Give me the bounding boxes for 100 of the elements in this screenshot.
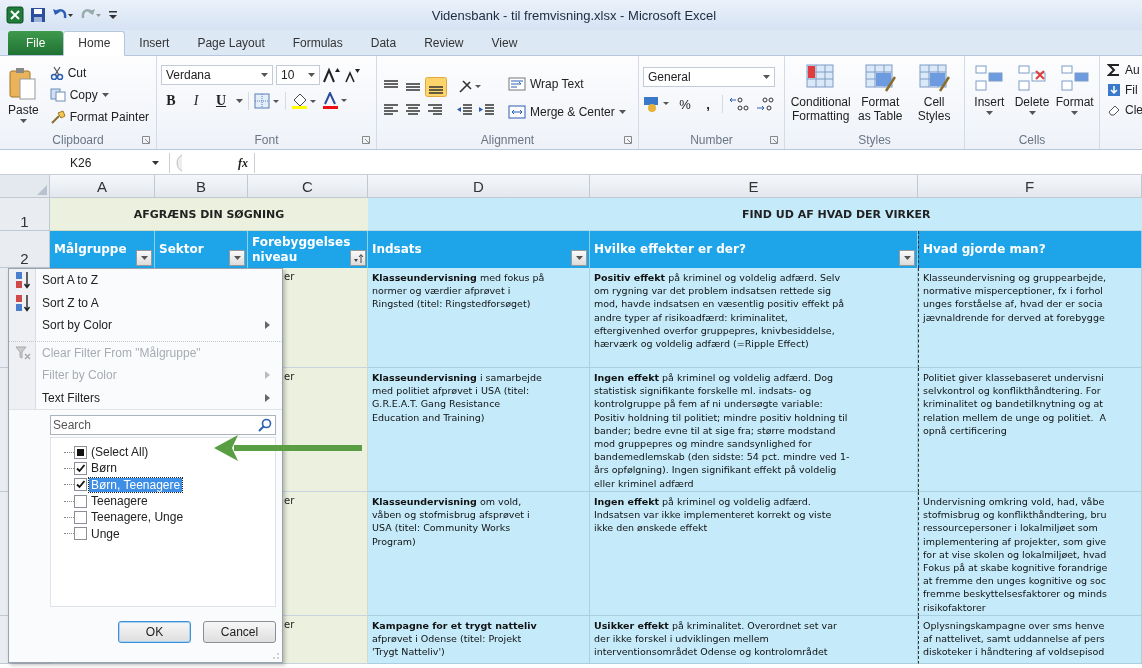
eraser-icon <box>1107 103 1121 117</box>
checkbox[interactable] <box>74 445 87 459</box>
number-format-field[interactable]: General <box>643 67 775 87</box>
cells-button[interactable]: Format <box>1054 63 1095 116</box>
caret-icon[interactable] <box>236 98 243 104</box>
font-color-icon[interactable] <box>322 92 348 110</box>
list-item[interactable]: Børn <box>89 461 119 476</box>
search-field[interactable]: Search <box>50 415 276 435</box>
filter-button[interactable] <box>899 250 915 266</box>
copy-button[interactable]: Copy <box>46 84 153 106</box>
fill-color-icon[interactable] <box>291 93 317 109</box>
currency-icon[interactable] <box>643 95 671 113</box>
menu-item[interactable]: Sort by Color <box>9 314 282 337</box>
row-number[interactable]: 2 <box>0 231 50 268</box>
menu-item[interactable]: Text Filters <box>9 386 282 410</box>
font-style-button[interactable]: B <box>161 91 181 111</box>
row-number[interactable]: 1 <box>0 198 50 231</box>
caret-icon <box>233 255 241 261</box>
cancel-button[interactable]: Cancel <box>203 621 276 643</box>
cells-button[interactable]: Delete <box>1011 63 1053 116</box>
font-size-field[interactable]: 10 <box>276 65 320 85</box>
merge-center-button[interactable]: Merge & Center <box>505 101 629 123</box>
align-bottom-icon[interactable] <box>425 77 447 97</box>
group-label: Font <box>254 133 279 147</box>
font-name-field[interactable]: Verdana <box>161 65 273 85</box>
column-header[interactable]: F <box>918 175 1142 198</box>
ribbon-tab[interactable]: Formulas <box>278 32 357 55</box>
heading-label: Målgruppe <box>54 242 127 257</box>
filter-button[interactable] <box>571 250 587 266</box>
increase-decimal-icon[interactable] <box>728 95 750 113</box>
ribbon-tab[interactable]: Page Layout <box>183 32 279 55</box>
sort-filter-button[interactable] <box>350 250 367 266</box>
caret-icon <box>575 255 583 261</box>
column-header[interactable]: D <box>368 175 590 198</box>
paste-button[interactable]: Paste <box>4 64 43 126</box>
caret-icon <box>308 72 315 78</box>
dialog-launcher-icon[interactable] <box>624 136 632 144</box>
style-button[interactable]: Cell Styles <box>908 63 960 123</box>
grow-font-icon[interactable] <box>323 67 341 83</box>
save-icon[interactable] <box>30 7 46 23</box>
caret-icon <box>140 255 148 261</box>
percent-button[interactable]: % <box>676 96 694 112</box>
column-header[interactable]: B <box>155 175 248 198</box>
name-box[interactable]: K26 <box>0 153 170 173</box>
ribbon-tab[interactable]: Review <box>410 32 478 55</box>
ok-button[interactable]: OK <box>118 621 191 643</box>
editing-button[interactable]: Fil <box>1104 80 1142 100</box>
editing-button[interactable]: Cle <box>1104 100 1142 120</box>
ribbon-tab[interactable]: Home <box>63 31 126 56</box>
list-item[interactable]: Teenagere <box>89 494 150 509</box>
filter-button[interactable] <box>229 250 245 266</box>
menu-item[interactable]: Sort Z to A <box>9 291 282 314</box>
ribbon-tab[interactable]: View <box>477 32 532 55</box>
dialog-launcher-icon[interactable] <box>770 136 778 144</box>
resize-grip-icon[interactable] <box>272 652 280 660</box>
borders-icon[interactable] <box>254 93 280 109</box>
font-style-button[interactable]: U <box>211 91 231 111</box>
cells-icon <box>973 63 1006 93</box>
submenu-arrow-icon <box>265 393 270 402</box>
spreadsheet-app-icon[interactable] <box>6 6 24 24</box>
group-label: Cells <box>1018 133 1046 147</box>
shrink-font-icon[interactable] <box>344 67 360 83</box>
ribbon-tab[interactable]: Insert <box>125 32 184 55</box>
style-button[interactable]: Format as Table <box>854 63 907 123</box>
wrap-text-icon <box>508 77 526 91</box>
checkbox[interactable] <box>74 461 87 475</box>
column-header[interactable]: A <box>50 175 155 198</box>
dialog-launcher-icon[interactable] <box>142 136 150 144</box>
table-cell-text: Klasseundervisning om vold, våben og stofmisbrug afsprøvet i USA (titel: Community Works Program) <box>372 495 531 548</box>
editing-button[interactable]: Au <box>1104 60 1142 80</box>
checkbox[interactable] <box>74 478 87 492</box>
sort-ascending-icon <box>14 271 31 290</box>
dialog-launcher-icon[interactable] <box>362 136 370 144</box>
checkbox[interactable] <box>74 510 87 524</box>
list-item[interactable]: Unge <box>89 526 122 541</box>
list-item[interactable]: (Select All) <box>89 445 151 460</box>
menu-item[interactable]: Sort A to Z <box>9 269 282 292</box>
column-header[interactable]: C <box>248 175 368 198</box>
checkbox[interactable] <box>74 527 87 541</box>
style-button[interactable]: Conditional Formatting <box>789 63 853 123</box>
cut-button[interactable]: Cut <box>46 62 153 84</box>
list-item[interactable]: Teenagere, Unge <box>89 510 186 525</box>
column-header[interactable]: E <box>590 175 918 198</box>
table-cell-text: Klasseundervisning og gruppearbejde, normative misperceptioner, fx i forhol unges forståelse af, hvad der er socia jævnaldrende for derved at forebygge <box>923 271 1108 324</box>
checkbox[interactable] <box>74 494 87 508</box>
comma-style-button[interactable]: , <box>699 96 717 112</box>
decrease-decimal-icon[interactable] <box>755 95 777 113</box>
font-style-button[interactable]: I <box>186 91 206 111</box>
format-painter-button[interactable]: Format Painter <box>46 106 153 128</box>
table-cell: er <box>284 495 295 506</box>
cells-button[interactable]: Insert <box>969 63 1010 116</box>
section-banner: AFGRÆNS DIN SØGNING <box>50 198 368 231</box>
wrap-text-button[interactable]: Wrap Text <box>505 73 629 95</box>
ribbon-tab[interactable]: File <box>8 31 64 55</box>
ribbon-tab[interactable]: Data <box>356 32 411 55</box>
caret-icon <box>152 160 159 166</box>
customize-caret-icon[interactable] <box>108 9 118 21</box>
insert-function-button[interactable]: fx <box>238 155 248 171</box>
filter-button[interactable] <box>136 250 152 266</box>
heading-label: Hvilke effekter er der? <box>594 242 746 257</box>
